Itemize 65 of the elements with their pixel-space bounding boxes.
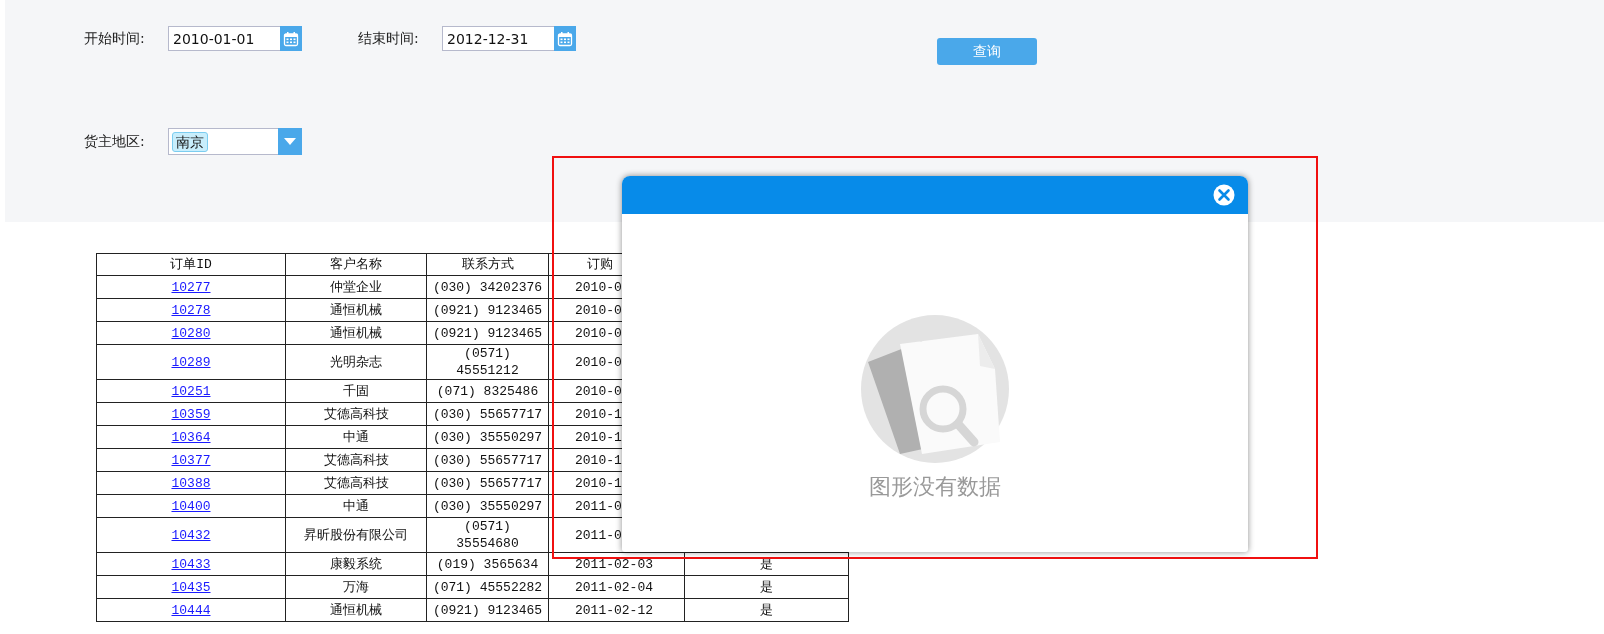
order-id-link[interactable]: 10277 — [171, 279, 211, 295]
empty-message: 图形没有数据 — [869, 473, 1001, 501]
order-id-link[interactable]: 10278 — [171, 302, 211, 318]
table-cell: 万海 — [285, 575, 427, 599]
table-cell: 是 — [684, 598, 849, 622]
table-cell: (0921) 9123465 — [426, 598, 549, 622]
table-cell: 昇昕股份有限公司 — [285, 517, 427, 553]
table-cell: 通恒机械 — [285, 321, 427, 345]
order-id-link[interactable]: 10359 — [171, 406, 211, 422]
close-icon — [1213, 184, 1235, 206]
close-button[interactable] — [1213, 184, 1235, 206]
table-cell: (030) 55657717 — [426, 402, 549, 426]
column-header: 联系方式 — [426, 253, 549, 276]
column-header: 订单ID — [96, 253, 286, 276]
calendar-icon — [283, 30, 299, 47]
table-cell: 通恒机械 — [285, 298, 427, 322]
selected-tag[interactable]: 南京 — [172, 131, 208, 152]
table-cell: 康毅系统 — [285, 552, 427, 576]
column-header: 客户名称 — [285, 253, 427, 276]
order-id-link[interactable]: 10280 — [171, 325, 211, 341]
table-cell: (0921) 9123465 — [426, 321, 549, 345]
table-cell: (0571) 35554680 — [426, 517, 549, 553]
order-id-link[interactable]: 10364 — [171, 429, 211, 445]
order-id-link[interactable]: 10432 — [171, 527, 211, 543]
order-id-link[interactable]: 10251 — [171, 383, 211, 399]
field-label: 结束时间: — [358, 29, 420, 48]
calendar-icon — [557, 30, 573, 47]
field-label: 开始时间: — [84, 29, 146, 48]
order-id-link[interactable]: 10433 — [171, 556, 211, 572]
order-id-link[interactable]: 10289 — [171, 354, 211, 370]
table-cell: 艾德高科技 — [285, 402, 427, 426]
table-cell: (030) 35550297 — [426, 494, 549, 518]
table-cell: 中通 — [285, 425, 427, 449]
table-cell: 通恒机械 — [285, 598, 427, 622]
table-cell: 2011-02-04 — [548, 575, 685, 599]
table-cell: (071) 8325486 — [426, 379, 549, 403]
table-cell: (071) 45552282 — [426, 575, 549, 599]
table-cell: 中通 — [285, 494, 427, 518]
calendar-button[interactable] — [554, 26, 576, 51]
table-cell: (030) 34202376 — [426, 275, 549, 299]
table-cell: 是 — [684, 575, 849, 599]
table-cell: 艾德高科技 — [285, 471, 427, 495]
table-cell: 光明杂志 — [285, 344, 427, 380]
dropdown-button[interactable] — [278, 128, 302, 155]
order-id-link[interactable]: 10388 — [171, 475, 211, 491]
table-cell: 仲堂企业 — [285, 275, 427, 299]
table-cell: 2011-02-12 — [548, 598, 685, 622]
table-cell: (0571) 45551212 — [426, 344, 549, 380]
field-label: 货主地区: — [84, 132, 146, 151]
region-select[interactable]: 南京 — [168, 128, 278, 155]
order-id-link[interactable]: 10435 — [171, 579, 211, 595]
table-cell: (030) 35550297 — [426, 425, 549, 449]
order-id-link[interactable]: 10400 — [171, 498, 211, 514]
table-cell: 千固 — [285, 379, 427, 403]
order-id-link[interactable]: 10377 — [171, 452, 211, 468]
caret-icon — [284, 138, 296, 145]
calendar-button[interactable] — [280, 26, 302, 51]
table-cell: (019) 3565634 — [426, 552, 549, 576]
table-cell: (030) 55657717 — [426, 471, 549, 495]
date-field[interactable]: 2010-01-01 — [168, 26, 280, 51]
table-cell: 艾德高科技 — [285, 448, 427, 472]
order-id-link[interactable]: 10444 — [171, 602, 211, 618]
table-cell: (0921) 9123465 — [426, 298, 549, 322]
table-cell: (030) 55657717 — [426, 448, 549, 472]
date-field[interactable]: 2012-12-31 — [442, 26, 554, 51]
